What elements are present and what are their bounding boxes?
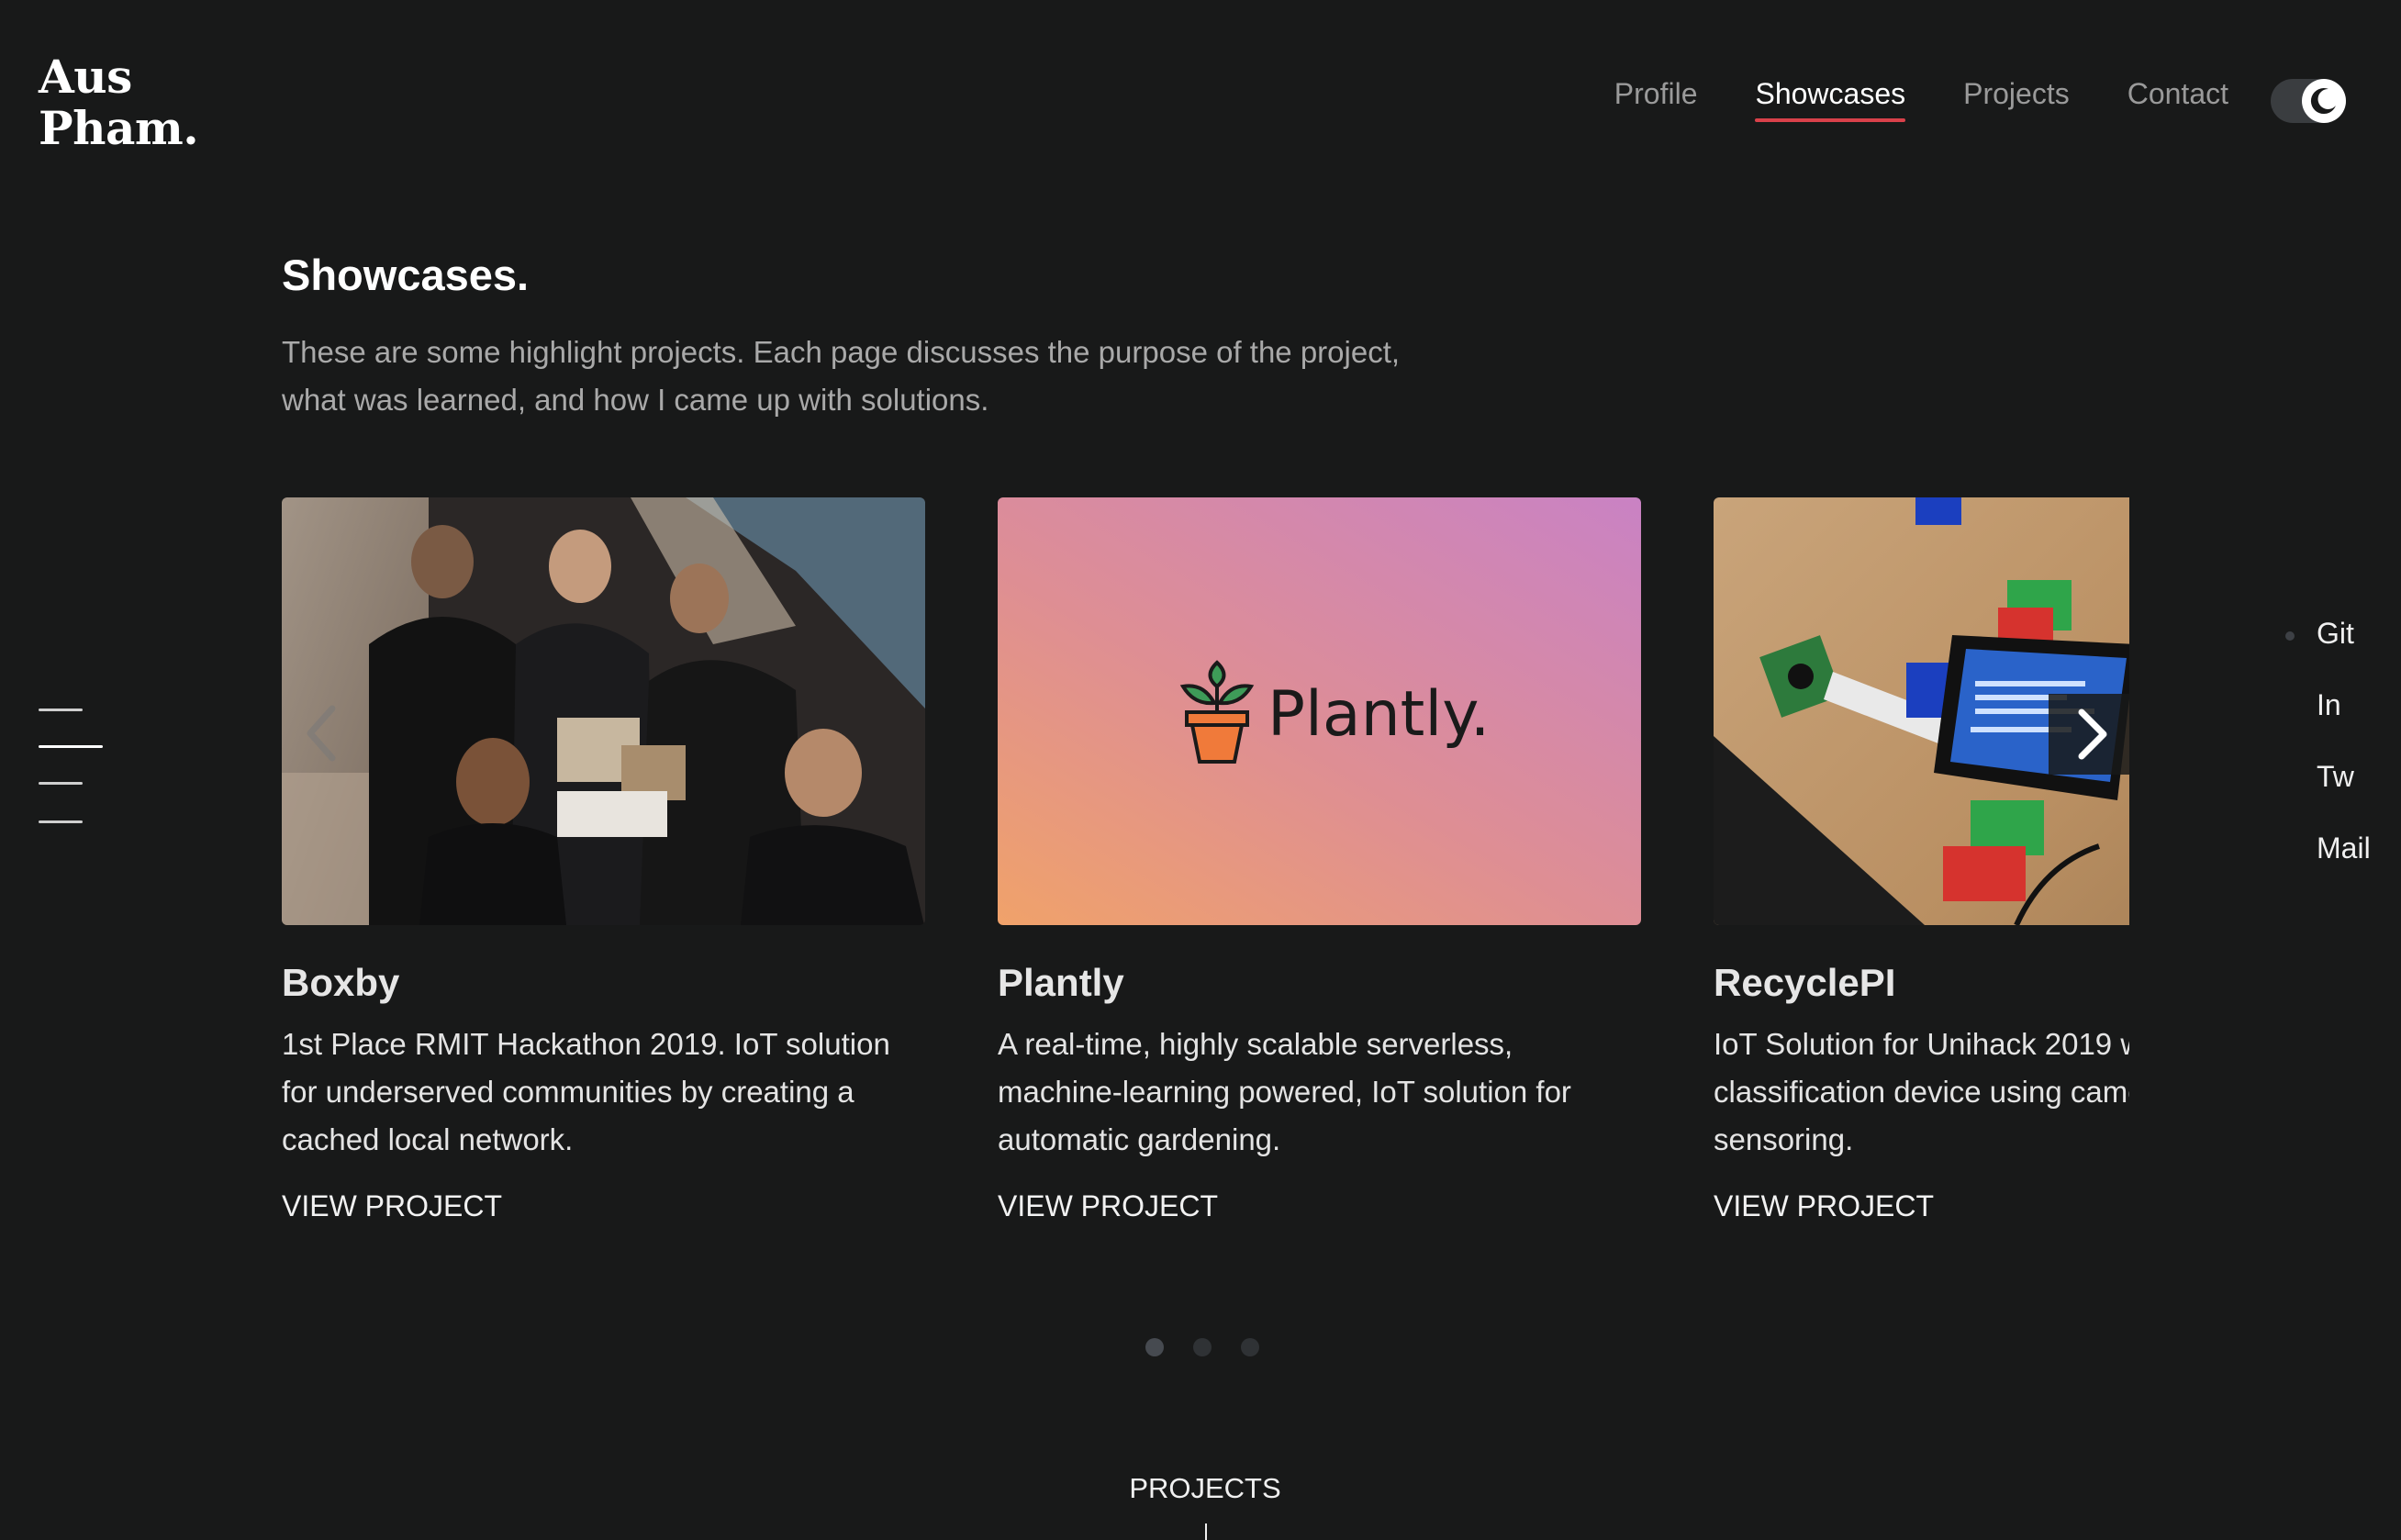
active-dot-icon	[2285, 631, 2295, 641]
carousel-prev-button[interactable]	[299, 701, 345, 765]
nav-contact[interactable]: Contact	[2127, 77, 2228, 120]
social-mail[interactable]: Mail	[2285, 828, 2371, 899]
social-mail-label: Mail	[2317, 831, 2371, 865]
page-description: These are some highlight projects. Each …	[282, 335, 1401, 417]
card-description: A real-time, highly scalable serverless,…	[998, 1027, 1571, 1156]
menu-bar	[39, 745, 103, 748]
social-links: Git In Tw Mail	[2285, 613, 2371, 899]
scroll-indicator-line	[1205, 1523, 1207, 1540]
menu-bar	[39, 820, 83, 823]
social-in[interactable]: In	[2285, 685, 2371, 756]
logo-line-2: Pham.	[39, 101, 199, 155]
showcase-card: Plantly. Plantly A real-time, highly sca…	[998, 497, 1641, 1222]
plantly-logo-text: Plantly.	[1268, 677, 1491, 751]
pagination-dot[interactable]	[1241, 1338, 1259, 1356]
showcase-card: Boxby 1st Place RMIT Hackathon 2019. IoT…	[282, 497, 925, 1222]
theme-knob	[2302, 79, 2346, 123]
theme-toggle[interactable]	[2271, 79, 2346, 123]
card-title: RecyclePI	[1714, 961, 1896, 1004]
showcase-carousel: Boxby 1st Place RMIT Hackathon 2019. IoT…	[282, 497, 2129, 1250]
chevron-right-icon	[2078, 709, 2107, 760]
scroll-to-projects-link[interactable]: PROJECTS	[0, 1472, 2401, 1505]
plant-pot-icon	[1179, 660, 1255, 764]
view-project-link[interactable]: VIEW PROJECT	[282, 1189, 502, 1223]
view-project-link[interactable]: VIEW PROJECT	[998, 1189, 1218, 1223]
social-in-label: In	[2317, 688, 2341, 721]
site-logo[interactable]: Aus Pham.	[39, 50, 199, 155]
pagination-dot[interactable]	[1193, 1338, 1212, 1356]
card-description: 1st Place RMIT Hackathon 2019. IoT solut…	[282, 1027, 890, 1156]
menu-bar	[39, 782, 83, 785]
menu-icon[interactable]	[39, 709, 103, 828]
nav-projects[interactable]: Projects	[1963, 77, 2070, 120]
card-description: IoT Solution for Unihack 2019 waste clas…	[1714, 1027, 2129, 1156]
plantly-image[interactable]: Plantly.	[998, 497, 1641, 925]
boxby-image[interactable]	[282, 497, 925, 925]
card-title: Boxby	[282, 961, 400, 1004]
social-tw-label: Tw	[2317, 760, 2354, 793]
page-title: Showcases.	[282, 251, 530, 299]
social-tw[interactable]: Tw	[2285, 756, 2371, 828]
view-project-link[interactable]: VIEW PROJECT	[1714, 1189, 1934, 1223]
menu-bar	[39, 709, 83, 711]
social-git-label: Git	[2317, 617, 2354, 650]
card-title: Plantly	[998, 961, 1124, 1004]
carousel-pagination	[1145, 1338, 1259, 1356]
team-photo-illustration	[282, 497, 925, 925]
pagination-dot[interactable]	[1145, 1338, 1164, 1356]
nav-showcases[interactable]: Showcases	[1755, 77, 1905, 122]
plantly-logo: Plantly.	[1176, 659, 1490, 769]
chevron-left-icon	[307, 705, 336, 762]
main-nav: Profile Showcases Projects Contact	[1614, 77, 2228, 122]
moon-icon	[2310, 88, 2336, 115]
nav-profile[interactable]: Profile	[1614, 77, 1698, 120]
carousel-next-button[interactable]	[2049, 694, 2129, 775]
social-git[interactable]: Git	[2285, 613, 2371, 685]
logo-line-1: Aus	[39, 50, 132, 104]
